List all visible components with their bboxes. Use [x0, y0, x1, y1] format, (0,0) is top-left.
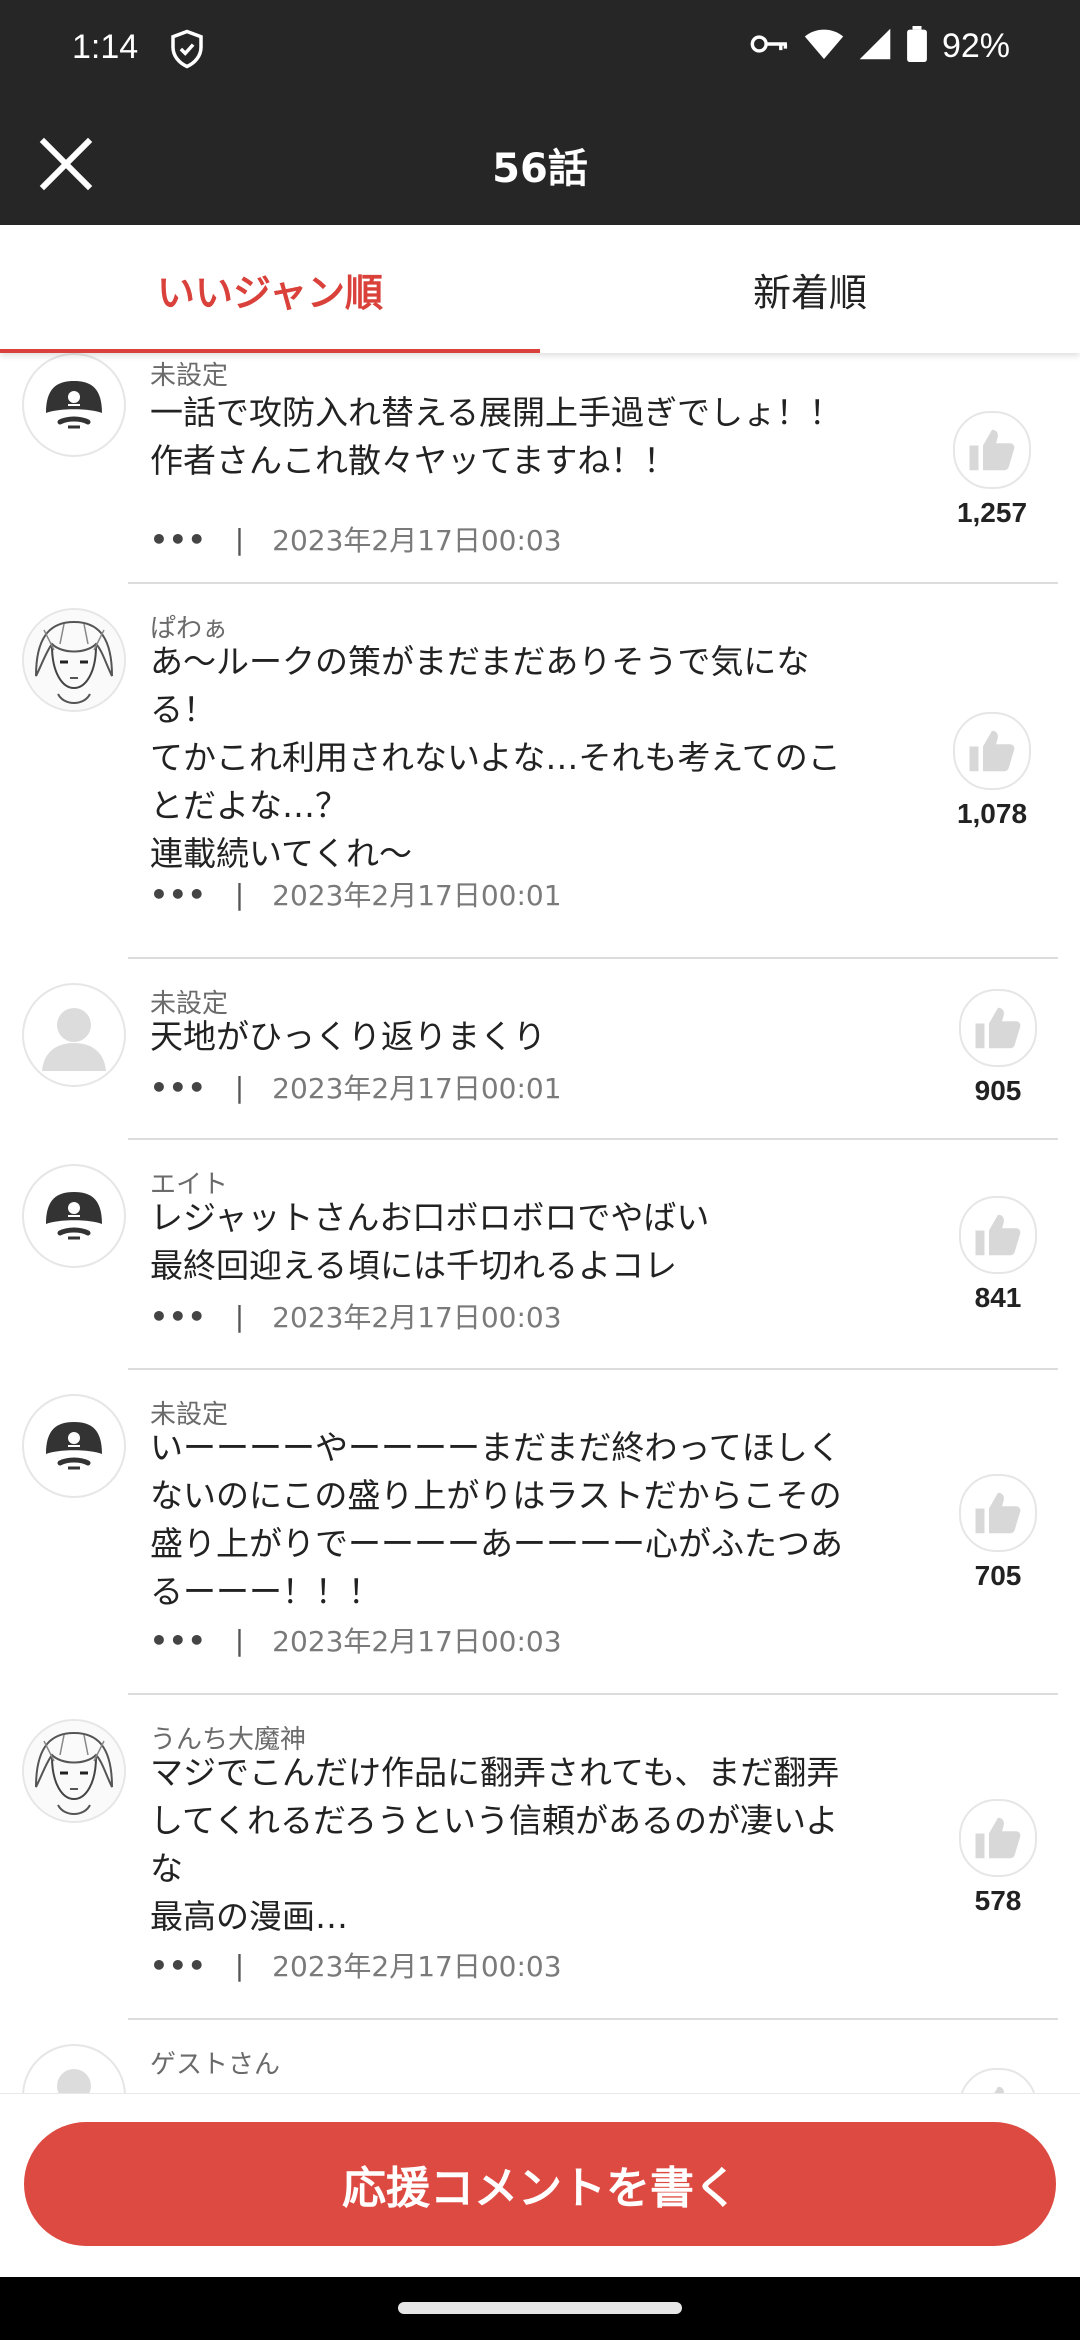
comment-item: エイト レジャットさんお口ボロボロでやばい 最終回迎える頃には千切れるよコレ •…	[0, 1140, 1080, 1366]
more-options-button[interactable]: •••	[150, 1949, 207, 1982]
comment-date: 2023年2月17日00:01	[272, 879, 562, 912]
comment-list[interactable]: 未設定 一話で攻防入れ替える展開上手過ぎでしょ！！ 作者さんこれ散々ヤッてますね…	[0, 353, 1080, 2093]
comment-item: ゲストさん	[0, 2020, 1080, 2093]
avatar-default-icon[interactable]	[22, 2044, 126, 2093]
more-options-button[interactable]: •••	[150, 1300, 207, 1333]
comment-item: 未設定 天地がひっくり返りまくり ••• | 2023年2月17日00:01 9…	[0, 959, 1080, 1135]
thumbs-up-icon[interactable]	[959, 1474, 1037, 1552]
thumbs-up-icon[interactable]	[953, 712, 1031, 790]
avatar-manga-icon[interactable]	[22, 1719, 126, 1823]
avatar-pirate-icon[interactable]	[22, 353, 126, 457]
comment-meta: ••• | 2023年2月17日00:03	[150, 519, 562, 559]
thumbs-up-icon[interactable]	[959, 1799, 1037, 1877]
wifi-icon	[804, 27, 844, 65]
comment-date: 2023年2月17日00:03	[272, 1625, 562, 1658]
more-options-button[interactable]: •••	[150, 1624, 207, 1657]
avatar-pirate-icon[interactable]	[22, 1164, 126, 1268]
more-options-button[interactable]: •••	[150, 1071, 207, 1104]
gesture-handle[interactable]	[398, 2302, 682, 2314]
comment-meta: ••• | 2023年2月17日00:03	[150, 1296, 562, 1336]
like-widget: 841	[948, 1196, 1048, 1314]
bottom-bar: 応援コメントを書く	[0, 2093, 1080, 2277]
avatar-manga-icon[interactable]	[22, 608, 126, 712]
like-count: 905	[974, 1075, 1022, 1106]
comment-item: うんち大魔神 マジでこんだけ作品に翻弄されても、まだ翻弄 してくれるだろうという…	[0, 1695, 1080, 2017]
avatar-pirate-icon[interactable]	[22, 1394, 126, 1498]
battery-icon	[906, 26, 928, 66]
more-options-button[interactable]: •••	[150, 523, 207, 556]
tab-newest[interactable]: 新着順	[540, 225, 1080, 353]
comment-text: 天地がひっくり返りまくり	[150, 1017, 546, 1056]
signal-icon	[858, 27, 892, 65]
comment-item: 未設定 いーーーーやーーーーまだまだ終わってほしく ないのにこの盛り上がりはラス…	[0, 1370, 1080, 1690]
comment-username: 未設定	[150, 361, 229, 391]
more-options-button[interactable]: •••	[150, 878, 207, 911]
meta-separator: |	[234, 1623, 245, 1657]
comment-date: 2023年2月17日00:01	[272, 1072, 562, 1105]
comment-text: 一話で攻防入れ替える展開上手過ぎでしょ！！ 作者さんこれ散々ヤッてますね！！	[150, 393, 843, 480]
comment-item: 未設定 一話で攻防入れ替える展開上手過ぎでしょ！！ 作者さんこれ散々ヤッてますね…	[0, 353, 1080, 583]
like-count: 841	[974, 1282, 1022, 1313]
status-bar: 1:14 92%	[0, 0, 1080, 100]
comment-date: 2023年2月17日00:03	[272, 1301, 562, 1334]
page-title: 56話	[492, 146, 588, 192]
meta-separator: |	[234, 1070, 245, 1104]
thumbs-up-icon[interactable]	[953, 411, 1031, 489]
comment-meta: ••• | 2023年2月17日00:01	[150, 874, 562, 914]
app-bar: 56話	[0, 100, 1080, 225]
like-widget: 1,257	[942, 411, 1042, 529]
key-icon	[750, 29, 790, 63]
comment-date: 2023年2月17日00:03	[272, 524, 562, 557]
write-comment-button[interactable]: 応援コメントを書く	[24, 2122, 1056, 2246]
system-nav-bar	[0, 2276, 1080, 2340]
comment-text: いーーーーやーーーーまだまだ終わってほしく ないのにこの盛り上がりはラストだから…	[150, 1428, 843, 1611]
meta-separator: |	[234, 1948, 245, 1982]
like-count: 705	[974, 1560, 1022, 1591]
like-count: 1,078	[956, 798, 1028, 829]
comment-text: マジでこんだけ作品に翻弄されても、まだ翻弄 してくれるだろうという信頼があるのが…	[150, 1753, 840, 1936]
like-widget: 905	[948, 989, 1048, 1107]
status-time: 1:14	[72, 28, 139, 66]
tab-popular[interactable]: いいジャン順	[0, 225, 540, 353]
like-count: 1,257	[956, 497, 1028, 528]
like-widget: 1,078	[942, 712, 1042, 830]
comment-date: 2023年2月17日00:03	[272, 1950, 562, 1983]
meta-separator: |	[234, 522, 245, 556]
like-widget: 705	[948, 1474, 1048, 1592]
battery-percent: 92%	[941, 26, 1010, 65]
shield-check-icon	[166, 28, 208, 74]
comment-username: ゲストさん	[150, 2050, 281, 2080]
comment-text: レジャットさんお口ボロボロでやばい 最終回迎える頃には千切れるよコレ	[150, 1198, 710, 1285]
thumbs-up-icon[interactable]	[959, 989, 1037, 1067]
comment-item: ぱわぁ あ〜ルークの策がまだまだありそうで気にな る！ てかこれ利用されないよな…	[0, 584, 1080, 954]
like-widget: 578	[948, 1799, 1048, 1917]
meta-separator: |	[234, 877, 245, 911]
comment-meta: ••• | 2023年2月17日00:01	[150, 1067, 562, 1107]
avatar-default-icon[interactable]	[22, 983, 126, 1087]
comment-text: あ〜ルークの策がまだまだありそうで気にな る！ てかこれ利用されないよな…それも…	[150, 642, 841, 873]
like-widget	[948, 2068, 1048, 2093]
thumbs-up-icon[interactable]	[959, 2068, 1037, 2093]
comment-meta: ••• | 2023年2月17日00:03	[150, 1945, 562, 1985]
sort-tabs: いいジャン順 新着順	[0, 225, 1080, 353]
comment-meta: ••• | 2023年2月17日00:03	[150, 1620, 562, 1660]
thumbs-up-icon[interactable]	[959, 1196, 1037, 1274]
meta-separator: |	[234, 1299, 245, 1333]
like-count: 578	[974, 1885, 1022, 1916]
